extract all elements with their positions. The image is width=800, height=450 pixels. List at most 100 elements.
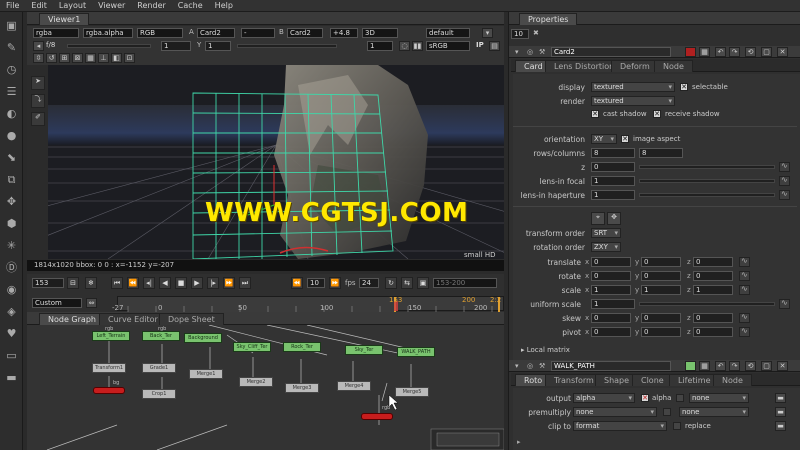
- lut-select[interactable]: sRGB: [426, 41, 470, 51]
- node-sky-ter[interactable]: Sky_Ter: [345, 345, 383, 355]
- viewer-3d-canvas[interactable]: small HD: [48, 65, 504, 259]
- gain-slider[interactable]: [67, 44, 151, 48]
- composite-select[interactable]: -: [241, 28, 275, 38]
- y-field[interactable]: 1: [205, 41, 231, 51]
- channels-select[interactable]: rgba: [33, 28, 79, 38]
- visibility-icon[interactable]: ◎: [527, 48, 533, 56]
- scale-y[interactable]: 1: [641, 285, 681, 295]
- color-icon[interactable]: ◐: [4, 106, 19, 121]
- orientation-select[interactable]: XY: [591, 134, 617, 144]
- menu-edit[interactable]: Edit: [25, 0, 53, 10]
- transform-order-select[interactable]: SRT: [591, 228, 621, 238]
- clip-to-select[interactable]: format: [573, 421, 667, 431]
- node-background[interactable]: Background: [184, 333, 222, 343]
- node-transform1[interactable]: Transform1: [92, 363, 126, 373]
- close-panel-icon[interactable]: ✕: [777, 361, 788, 371]
- view-mode-select[interactable]: 3D: [362, 28, 398, 38]
- lens-focal-curve-icon[interactable]: [779, 175, 790, 186]
- transform-handle-icon[interactable]: ⌖: [591, 212, 605, 225]
- skip-back-icon[interactable]: ⏪: [291, 277, 303, 289]
- translate-curve-icon[interactable]: [739, 256, 750, 267]
- rows-field[interactable]: 8: [591, 148, 635, 158]
- node-crop1[interactable]: Crop1: [142, 389, 176, 399]
- node-merge4[interactable]: Merge4: [337, 381, 371, 391]
- node-back-ter[interactable]: Back_Ter: [142, 331, 180, 341]
- skew-z[interactable]: 0: [693, 313, 733, 323]
- lens-haperture-curve-icon[interactable]: [779, 189, 790, 200]
- tab-curve-editor[interactable]: Curve Editor: [99, 313, 167, 325]
- z-slider[interactable]: [639, 165, 775, 169]
- deep-icon[interactable]: Ⓓ: [4, 260, 19, 275]
- float-icon[interactable]: ▾: [482, 28, 493, 38]
- channel-icon[interactable]: ☰: [4, 84, 19, 99]
- translate-x[interactable]: 0: [591, 257, 631, 267]
- skip-forward-icon[interactable]: ⏩: [329, 277, 341, 289]
- frame-field[interactable]: 1: [161, 41, 191, 51]
- scale-curve-icon[interactable]: [739, 284, 750, 295]
- lens-haperture-field[interactable]: 1: [591, 190, 635, 200]
- alpha-select[interactable]: rgba.alpha: [83, 28, 133, 38]
- pivot-y[interactable]: 0: [641, 327, 681, 337]
- output-menu-icon[interactable]: ▬: [775, 393, 786, 403]
- pen-tool-icon[interactable]: ✐: [31, 112, 45, 126]
- gain-field[interactable]: +4.8: [330, 28, 358, 38]
- tab-properties[interactable]: Properties: [519, 13, 578, 25]
- default-select[interactable]: default: [426, 28, 470, 38]
- tab-node[interactable]: Node: [654, 60, 693, 72]
- node-icon[interactable]: ⚒: [539, 362, 545, 370]
- menu-help[interactable]: Help: [209, 0, 239, 10]
- axis-icon[interactable]: ⊥: [98, 53, 109, 63]
- uniform-scale-field[interactable]: 1: [591, 299, 635, 309]
- menu-render[interactable]: Render: [131, 0, 171, 10]
- node-color-swatch[interactable]: [685, 47, 696, 57]
- snap-menu-icon[interactable]: ✥: [607, 212, 621, 225]
- cast-shadow-checkbox[interactable]: ✕: [591, 110, 599, 118]
- node-rock-ter[interactable]: Rock_Ter: [283, 342, 321, 352]
- range-mode-select[interactable]: Custom: [32, 298, 82, 308]
- pause-icon[interactable]: ▮▮: [412, 41, 423, 51]
- collapse-icon[interactable]: ▾: [515, 362, 519, 370]
- node-left-terrain[interactable]: Left_Terrain: [92, 331, 130, 341]
- frame-input[interactable]: 153: [32, 278, 64, 288]
- input-a-select[interactable]: Card2: [197, 28, 235, 38]
- lens-focal-slider[interactable]: [639, 179, 775, 183]
- tab-viewer1[interactable]: Viewer1: [39, 13, 90, 25]
- colorspace-select[interactable]: RGB: [137, 28, 183, 38]
- transform-icon[interactable]: ✥: [4, 194, 19, 209]
- undo-icon[interactable]: ↶: [715, 361, 726, 371]
- snowflake-icon[interactable]: ❄: [85, 277, 97, 289]
- skew-x[interactable]: 0: [591, 313, 631, 323]
- lens-focal-field[interactable]: 1: [591, 176, 635, 186]
- next-frame-icon[interactable]: |▸: [207, 277, 219, 289]
- translate-y[interactable]: 0: [641, 257, 681, 267]
- node-merge3[interactable]: Merge3: [285, 383, 319, 393]
- node-graph-canvas[interactable]: Left_Terrain Back_Ter Background Sky_Cli…: [27, 325, 504, 450]
- pointer-tool-icon[interactable]: ➤: [31, 76, 45, 90]
- revert-icon[interactable]: ⟲: [745, 361, 756, 371]
- translate-z[interactable]: 0: [693, 257, 733, 267]
- prev-frame-icon[interactable]: ◂|: [143, 277, 155, 289]
- rotate-y[interactable]: 0: [641, 271, 681, 281]
- local-matrix-toggle[interactable]: ▸ Local matrix: [521, 346, 570, 354]
- scale-x[interactable]: 1: [591, 285, 631, 295]
- node-sky-cliff-ter[interactable]: Sky_Cliff_Ter: [233, 342, 271, 352]
- toolsets-icon[interactable]: ♥: [4, 326, 19, 341]
- ip-button[interactable]: IP: [476, 41, 484, 49]
- last-frame-icon[interactable]: ⏭: [239, 277, 251, 289]
- node-name-field[interactable]: Card2: [551, 47, 671, 57]
- mask-icon[interactable]: ◧: [111, 53, 122, 63]
- keyer-icon[interactable]: ⬊: [4, 150, 19, 165]
- metadata-icon[interactable]: ◈: [4, 304, 19, 319]
- snap-icon[interactable]: ↺: [46, 53, 57, 63]
- clip-menu-icon[interactable]: ▬: [775, 421, 786, 431]
- merge-icon[interactable]: ⧉: [4, 172, 19, 187]
- premultiply-menu-icon[interactable]: ▬: [775, 407, 786, 417]
- node-output-red[interactable]: [361, 413, 393, 420]
- roi-icon[interactable]: ◌: [399, 41, 410, 51]
- premultiply-b-checkbox[interactable]: [663, 408, 671, 416]
- output-b-select[interactable]: none: [689, 393, 749, 403]
- plugins-icon[interactable]: ▬: [4, 370, 19, 385]
- gamma-slider[interactable]: [237, 44, 337, 48]
- rotation-order-select[interactable]: ZXY: [591, 242, 621, 252]
- skew-curve-icon[interactable]: [739, 312, 750, 323]
